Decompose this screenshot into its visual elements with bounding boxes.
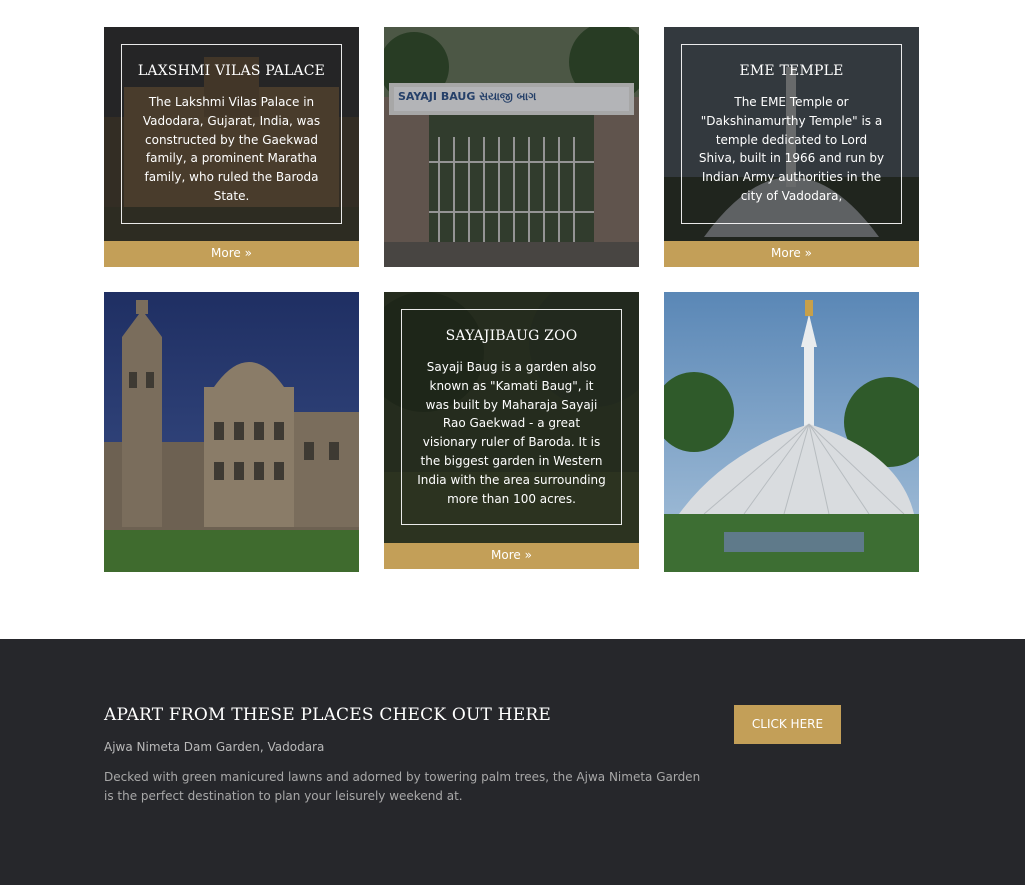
temple-photo — [664, 292, 919, 572]
card-title: SAYAJIBAUG ZOO — [445, 328, 578, 344]
footer-subheading: Ajwa Nimeta Dam Garden, Vadodara — [104, 740, 325, 754]
palace-photo — [104, 292, 359, 572]
footer-heading: APART FROM THESE PLACES CHECK OUT HERE — [104, 705, 551, 725]
footer-section: APART FROM THESE PLACES CHECK OUT HERE A… — [0, 639, 1025, 885]
card-text-frame: SAYAJIBAUG ZOO Sayaji Baug is a garden a… — [401, 309, 622, 525]
card-sayajibaug-zoo[interactable]: SAYAJIBAUG ZOO Sayaji Baug is a garden a… — [384, 292, 639, 569]
card-description: Sayaji Baug is a garden also known as "K… — [417, 360, 606, 506]
card-description: The EME Temple or "Dakshinamurthy Temple… — [698, 95, 885, 203]
card-laxshmi-vilas-palace[interactable]: LAXSHMI VILAS PALACE The Lakshmi Vilas P… — [104, 27, 359, 267]
click-here-button[interactable]: CLICK HERE — [734, 705, 841, 744]
card-eme-temple[interactable]: EME TEMPLE The EME Temple or "Dakshinamu… — [664, 27, 919, 267]
card-title: EME TEMPLE — [739, 63, 844, 79]
card-temple-photo[interactable] — [664, 292, 919, 572]
more-button[interactable]: More » — [384, 543, 639, 569]
card-text-frame: LAXSHMI VILAS PALACE The Lakshmi Vilas P… — [121, 44, 342, 224]
card-sayaji-baug-gate[interactable]: SAYAJI BAUG સયાજી બાગ — [384, 27, 639, 267]
more-button[interactable]: More » — [104, 241, 359, 267]
card-text-frame: EME TEMPLE The EME Temple or "Dakshinamu… — [681, 44, 902, 224]
card-palace-photo[interactable] — [104, 292, 359, 572]
card-overlay — [384, 27, 639, 267]
card-description: The Lakshmi Vilas Palace in Vadodara, Gu… — [142, 95, 321, 203]
card-title: LAXSHMI VILAS PALACE — [137, 63, 326, 79]
more-button[interactable]: More » — [664, 241, 919, 267]
places-grid: LAXSHMI VILAS PALACE The Lakshmi Vilas P… — [0, 0, 1025, 639]
footer-description: Decked with green manicured lawns and ad… — [104, 770, 701, 803]
